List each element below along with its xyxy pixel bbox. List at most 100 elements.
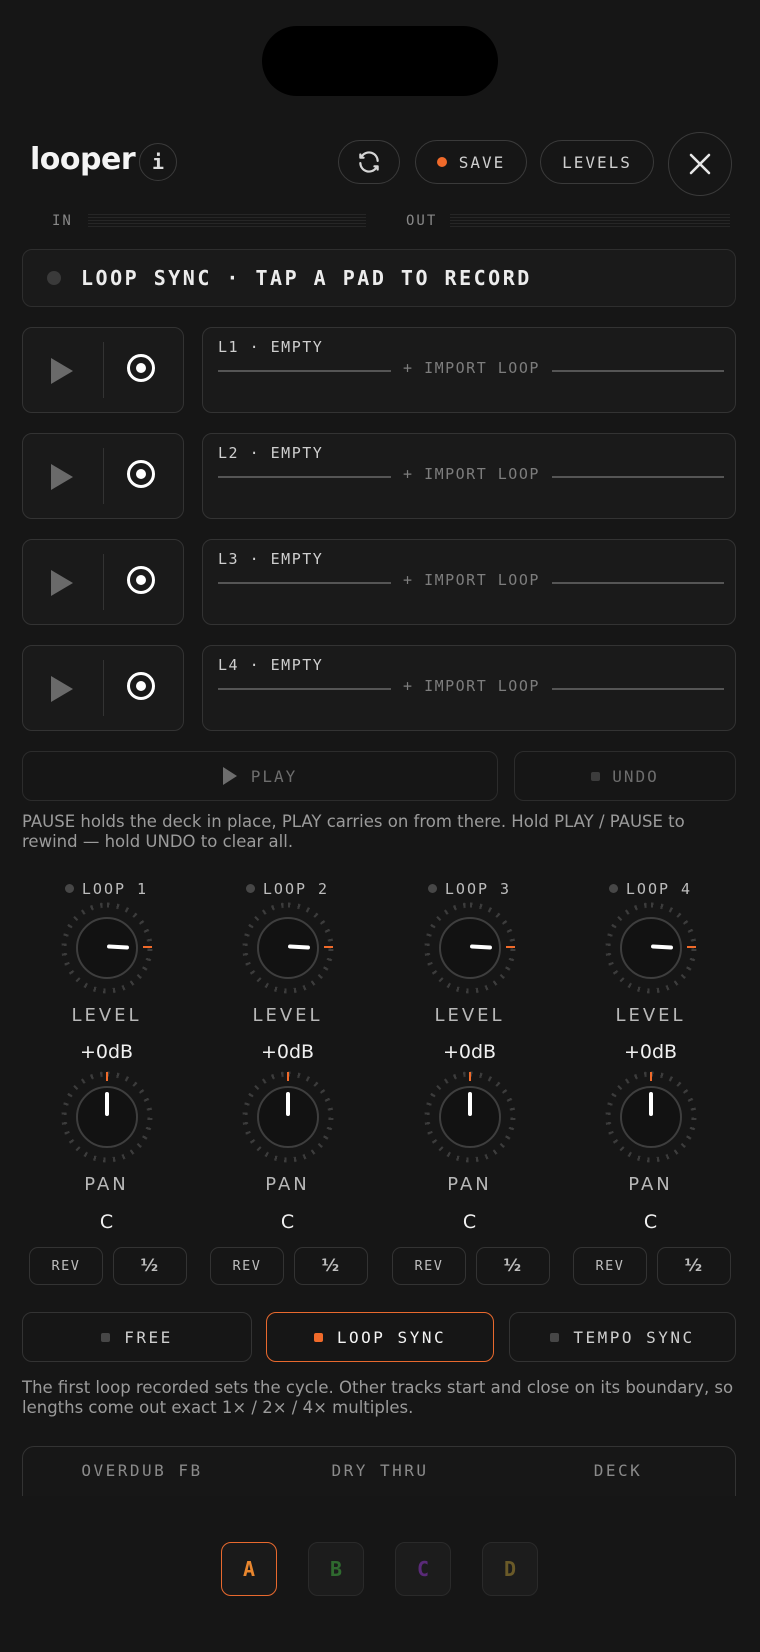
record-icon[interactable]: [127, 354, 155, 382]
mixer-strip: LOOP 4 LEVEL +0dB PAN C REV ½: [560, 880, 741, 1290]
play-button[interactable]: PLAY: [22, 751, 498, 801]
level-knob[interactable]: [242, 902, 334, 994]
transport-help-text: PAUSE holds the deck in place, PLAY carr…: [22, 812, 685, 851]
reverse-button[interactable]: REV: [573, 1247, 647, 1285]
app-title: looper: [30, 142, 136, 177]
pan-value: C: [462, 1211, 477, 1233]
sync-button[interactable]: [338, 140, 400, 184]
level-knob[interactable]: [605, 902, 697, 994]
info-icon: i: [151, 150, 165, 174]
loop-lane[interactable]: L4 · EMPTY + IMPORT LOOP: [202, 645, 736, 731]
bank-d-button[interactable]: D: [482, 1542, 538, 1596]
plus-icon: +: [403, 465, 425, 483]
level-knob[interactable]: [61, 902, 153, 994]
pan-knob[interactable]: [424, 1071, 516, 1163]
dynamic-island: [262, 26, 498, 96]
play-icon[interactable]: [51, 358, 73, 384]
import-loop-button[interactable]: + IMPORT LOOP: [403, 571, 540, 589]
pan-value: C: [280, 1211, 295, 1233]
knob-marker: [287, 1072, 289, 1081]
lane-line: [552, 688, 724, 690]
lane-line: [552, 476, 724, 478]
loop-lane[interactable]: L3 · EMPTY + IMPORT LOOP: [202, 539, 736, 625]
play-icon[interactable]: [51, 676, 73, 702]
close-icon: [689, 153, 711, 175]
reverse-button[interactable]: REV: [210, 1247, 284, 1285]
lane-line: [218, 370, 391, 372]
lane-line: [218, 476, 391, 478]
import-loop-button[interactable]: + IMPORT LOOP: [403, 359, 540, 377]
knob-marker: [650, 1072, 652, 1081]
record-icon[interactable]: [127, 672, 155, 700]
status-bar: LOOP SYNC · TAP A PAD TO RECORD: [22, 249, 736, 307]
strip-indicator: [64, 884, 74, 893]
level-value: +0dB: [623, 1041, 678, 1063]
close-button[interactable]: [668, 132, 732, 196]
level-knob[interactable]: [424, 902, 516, 994]
reverse-button[interactable]: REV: [392, 1247, 466, 1285]
save-button[interactable]: SAVE: [415, 140, 527, 184]
import-loop-button[interactable]: + IMPORT LOOP: [403, 677, 540, 695]
pan-value: C: [643, 1211, 658, 1233]
bank-b-button[interactable]: B: [308, 1542, 364, 1596]
half-speed-button[interactable]: ½: [294, 1247, 368, 1285]
mode-indicator: [550, 1332, 560, 1342]
level-label: LEVEL: [71, 1005, 142, 1026]
undo-button[interactable]: UNDO: [514, 751, 736, 801]
overdub-label: OVERDUB FB: [81, 1461, 203, 1480]
info-button[interactable]: i: [139, 143, 177, 181]
levels-button[interactable]: LEVELS: [540, 140, 654, 184]
level-label: LEVEL: [615, 1005, 686, 1026]
deck-label: DECK: [593, 1461, 643, 1480]
lane-line: [218, 582, 391, 584]
plus-icon: +: [403, 677, 425, 695]
bank-label: A: [242, 1557, 256, 1581]
status-indicator: [47, 271, 61, 285]
loop-pad[interactable]: [22, 433, 184, 519]
lane-line: [552, 582, 724, 584]
loop-pad[interactable]: [22, 327, 184, 413]
lane-label: L2 · EMPTY: [218, 444, 324, 462]
knob-needle: [649, 1092, 653, 1116]
pan-value: C: [99, 1211, 114, 1233]
plus-icon: +: [403, 359, 425, 377]
bank-a-button[interactable]: A: [221, 1542, 277, 1596]
knob-marker: [469, 1072, 471, 1081]
play-icon[interactable]: [51, 570, 73, 596]
pan-knob[interactable]: [605, 1071, 697, 1163]
half-speed-button[interactable]: ½: [113, 1247, 187, 1285]
loop-lane[interactable]: L2 · EMPTY + IMPORT LOOP: [202, 433, 736, 519]
knob-needle: [468, 1092, 472, 1116]
import-loop-button[interactable]: + IMPORT LOOP: [403, 465, 540, 483]
output-meter: [450, 214, 730, 228]
mode-tempo-sync-button[interactable]: TEMPO SYNC: [509, 1312, 736, 1362]
status-text: LOOP SYNC · TAP A PAD TO RECORD: [81, 266, 532, 290]
mode-help-text: The first loop recorded sets the cycle. …: [22, 1378, 734, 1417]
mode-loop-sync-button[interactable]: LOOP SYNC: [266, 1312, 494, 1362]
half-speed-button[interactable]: ½: [476, 1247, 550, 1285]
refresh-icon: [359, 151, 379, 173]
pan-label: PAN: [265, 1174, 310, 1195]
record-dot-icon: [436, 157, 447, 167]
pan-knob[interactable]: [61, 1071, 153, 1163]
record-icon[interactable]: [127, 566, 155, 594]
pan-knob[interactable]: [242, 1071, 334, 1163]
record-icon[interactable]: [127, 460, 155, 488]
pad-divider: [103, 554, 104, 610]
play-icon[interactable]: [51, 464, 73, 490]
pan-label: PAN: [628, 1174, 673, 1195]
play-icon: [222, 767, 237, 785]
bank-c-button[interactable]: C: [395, 1542, 451, 1596]
strip-name: LOOP 4: [560, 880, 741, 898]
half-speed-button[interactable]: ½: [657, 1247, 731, 1285]
knob-marker: [324, 946, 333, 948]
reverse-button[interactable]: REV: [29, 1247, 103, 1285]
loop-pad[interactable]: [22, 645, 184, 731]
mode-free-button[interactable]: FREE: [22, 1312, 252, 1362]
mixer-strip: LOOP 2 LEVEL +0dB PAN C REV ½: [197, 880, 378, 1290]
loop-lane[interactable]: L1 · EMPTY + IMPORT LOOP: [202, 327, 736, 413]
bank-label: D: [503, 1557, 517, 1581]
level-label: LEVEL: [434, 1005, 505, 1026]
mixer-strip: LOOP 3 LEVEL +0dB PAN C REV ½: [379, 880, 560, 1290]
loop-pad[interactable]: [22, 539, 184, 625]
